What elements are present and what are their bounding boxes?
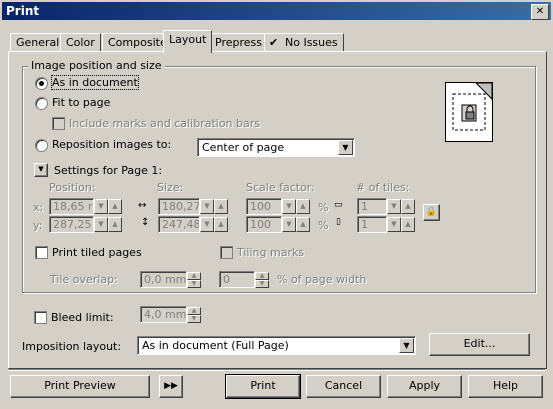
reposition-radio[interactable]: [35, 139, 48, 152]
as-in-document-label: As in document: [51, 75, 139, 90]
cancel-button[interactable]: Cancel: [306, 375, 381, 398]
imposition-layout-value: As in document (Full Page): [142, 339, 289, 352]
print-preview-button[interactable]: Print Preview: [10, 375, 150, 398]
scale-x-up[interactable]: ▲: [296, 199, 310, 214]
tiles-y-down[interactable]: ▼: [387, 217, 401, 232]
size-label: Size:: [157, 181, 184, 194]
scale-y-up[interactable]: ▲: [296, 217, 310, 232]
tiles-y-field[interactable]: 1: [357, 216, 387, 233]
scale-y-field[interactable]: 100: [246, 216, 282, 233]
y-label: y:: [33, 219, 43, 232]
page-width-down[interactable]: ▼: [255, 280, 269, 288]
x-label: x:: [33, 201, 44, 214]
footer-divider: [8, 369, 545, 371]
tile-overlap-field[interactable]: 0,0 mm: [140, 271, 187, 288]
page-width-up[interactable]: ▲: [255, 272, 269, 280]
reposition-select-value: Center of page: [202, 141, 285, 154]
height-down[interactable]: ▼: [200, 217, 214, 232]
bleed-limit-label: Bleed limit:: [51, 311, 114, 324]
print-tiled-pages-label: Print tiled pages: [52, 246, 142, 259]
double-chevron-right-icon: ▶▶: [164, 381, 178, 391]
tab-color[interactable]: Color: [60, 33, 101, 52]
width-arrows-icon: ↔: [138, 200, 147, 211]
tiling-marks-checkbox[interactable]: [220, 246, 233, 259]
lock-icon: 🔒: [425, 207, 438, 217]
page-width-label: % of page width: [277, 273, 367, 286]
print-tiled-pages-checkbox[interactable]: [35, 246, 48, 259]
horizontal-tile-icon: ▭: [334, 200, 343, 210]
position-x-up[interactable]: ▲: [108, 199, 122, 214]
height-arrows-icon: ↕: [141, 217, 150, 228]
print-button[interactable]: Print: [225, 374, 301, 399]
fit-to-page-radio[interactable]: [35, 97, 48, 110]
scale-x-field[interactable]: 100: [246, 198, 282, 215]
width-up[interactable]: ▲: [214, 199, 228, 214]
tab-layout[interactable]: Layout: [163, 30, 213, 53]
tab-prepress[interactable]: Prepress: [209, 33, 268, 52]
image-position-group-label: Image position and size: [28, 59, 165, 72]
imposition-layout-label: Imposition layout:: [22, 340, 122, 353]
help-button[interactable]: Help: [468, 375, 543, 398]
tiles-x-field[interactable]: 1: [357, 198, 387, 215]
bleed-limit-checkbox[interactable]: [34, 311, 47, 324]
position-y-field[interactable]: 287,25: [49, 216, 94, 233]
bleed-limit-field[interactable]: 4,0 mm: [140, 306, 187, 323]
position-x-field[interactable]: 18,65 r: [49, 198, 94, 215]
as-in-document-radio[interactable]: [35, 77, 48, 90]
vertical-tile-icon: ▯: [336, 217, 341, 227]
width-down[interactable]: ▼: [200, 199, 214, 214]
tiling-marks-label: Tiling marks: [237, 246, 305, 259]
settings-label: Settings for Page 1:: [54, 164, 163, 177]
percent-x-label: %: [318, 201, 329, 214]
position-y-up[interactable]: ▲: [108, 217, 122, 232]
reposition-select[interactable]: Center of page ▼: [197, 138, 355, 157]
tab-no-issues[interactable]: ✔ No Issues: [264, 33, 344, 52]
lock-proportions-button[interactable]: 🔒: [423, 204, 440, 221]
position-x-down[interactable]: ▼: [94, 199, 108, 214]
scale-x-down[interactable]: ▼: [282, 199, 296, 214]
position-label: Position:: [49, 181, 96, 194]
edit-button[interactable]: Edit...: [429, 333, 530, 356]
page-preview: [445, 82, 493, 142]
chevron-down-icon[interactable]: ▼: [338, 140, 353, 155]
tile-overlap-up[interactable]: ▲: [187, 272, 201, 280]
include-marks-label: Include marks and calibration bars: [69, 117, 260, 130]
bleed-limit-up[interactable]: ▲: [187, 307, 201, 315]
height-up[interactable]: ▲: [214, 217, 228, 232]
tiles-label: # of tiles:: [356, 181, 410, 194]
page-width-field[interactable]: 0: [219, 271, 255, 288]
expand-preview-button[interactable]: ▶▶: [159, 375, 183, 398]
bleed-limit-down[interactable]: ▼: [187, 315, 201, 323]
fit-to-page-label: Fit to page: [52, 96, 111, 109]
include-marks-checkbox[interactable]: [52, 117, 65, 130]
window-title: Print: [6, 4, 40, 18]
close-button[interactable]: ✕: [531, 4, 549, 20]
tiles-x-down[interactable]: ▼: [387, 199, 401, 214]
title-bar: Print ✕: [2, 2, 551, 20]
position-y-down[interactable]: ▼: [94, 217, 108, 232]
scale-factor-label: Scale factor:: [246, 181, 315, 194]
print-dialog: Print ✕ General Color Composite Layout P…: [0, 0, 553, 409]
checkmark-icon: ✔: [269, 36, 279, 49]
scale-y-down[interactable]: ▼: [282, 217, 296, 232]
width-field[interactable]: 180,27: [158, 198, 200, 215]
chevron-down-icon[interactable]: ▼: [399, 338, 414, 353]
tab-general[interactable]: General: [10, 33, 66, 52]
height-field[interactable]: 247,48: [158, 216, 200, 233]
apply-button[interactable]: Apply: [387, 375, 462, 398]
imposition-layout-select[interactable]: As in document (Full Page) ▼: [137, 336, 416, 355]
tiles-y-up[interactable]: ▲: [401, 217, 415, 232]
tiles-x-up[interactable]: ▲: [401, 199, 415, 214]
settings-collapse-button[interactable]: ▼: [34, 163, 48, 177]
tab-no-issues-label: No Issues: [285, 36, 338, 49]
reposition-label: Reposition images to:: [52, 138, 172, 151]
percent-y-label: %: [318, 219, 329, 232]
tile-overlap-label: Tile overlap:: [50, 273, 118, 286]
tile-overlap-down[interactable]: ▼: [187, 280, 201, 288]
